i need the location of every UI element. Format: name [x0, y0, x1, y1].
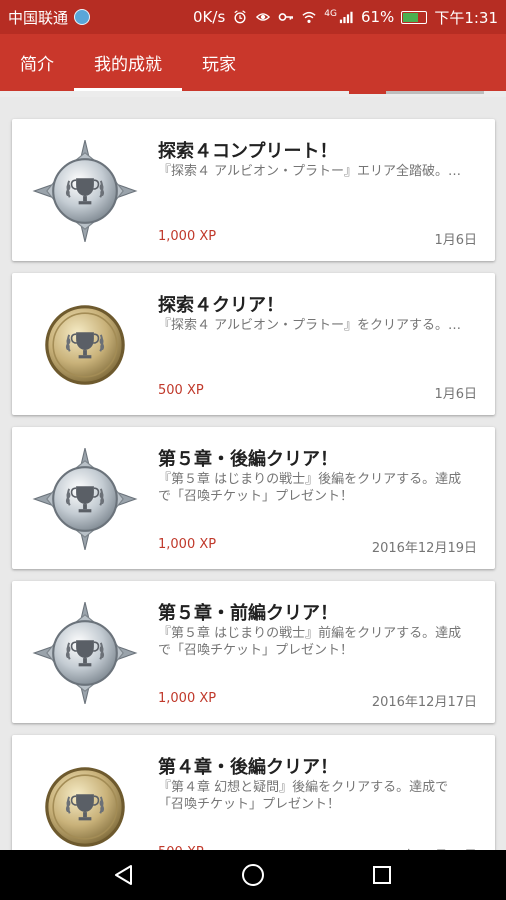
progress-fill	[349, 91, 386, 94]
alarm-icon	[234, 10, 246, 24]
achievement-title: 第４章・後編クリア！	[158, 757, 338, 778]
network-type-label: 4G	[324, 9, 337, 19]
achievement-date: 2016年12月17日	[371, 695, 477, 710]
achievement-date: 1月6日	[434, 387, 477, 402]
tab-bar: 简介 我的成就 玩家	[0, 34, 506, 91]
achievement-card[interactable]: 第５章・後編クリア！ 『第５章 はじまりの戦士』後編をクリアする。達成で「召喚チ…	[12, 427, 495, 569]
achievement-description: 『探索４ アルビオン・プラトー』をクリアする。…	[158, 318, 462, 333]
wifi-icon	[302, 11, 316, 23]
carrier-label: 中国联通	[8, 8, 69, 27]
bronze-trophy-badge-icon	[32, 292, 138, 398]
progress-strip	[0, 91, 506, 97]
clock: 下午1:31	[434, 8, 498, 27]
network-speed: 0K/s	[193, 8, 226, 26]
bronze-trophy-badge-icon	[32, 754, 138, 860]
achievement-card[interactable]: 探索４コンプリート！ 『探索４ アルビオン・プラトー』エリア全踏破。… 1,00…	[12, 119, 495, 261]
navigation-bar	[0, 850, 506, 900]
recents-square-icon	[372, 866, 391, 884]
tab-intro[interactable]: 简介	[0, 34, 74, 91]
achievement-xp: 1,000 XP	[158, 229, 217, 244]
achievement-list[interactable]: 探索４コンプリート！ 『探索４ アルビオン・プラトー』エリア全踏破。… 1,00…	[12, 119, 495, 889]
key-icon	[278, 13, 294, 21]
silver-trophy-badge-icon	[32, 446, 138, 552]
achievement-title: 探索４クリア！	[158, 295, 284, 316]
recents-button[interactable]	[367, 860, 397, 890]
tab-label: 玩家	[202, 55, 236, 75]
back-triangle-icon	[115, 865, 133, 885]
status-bar: 中国联通 0K/s 4G 61% 下午1:31	[0, 0, 506, 34]
achievement-card[interactable]: 探索４クリア！ 『探索４ アルビオン・プラトー』をクリアする。… 500 XP …	[12, 273, 495, 415]
tab-my-achievements[interactable]: 我的成就	[74, 34, 182, 91]
home-circle-icon	[241, 864, 264, 886]
achievement-title: 第５章・後編クリア！	[158, 449, 338, 470]
home-button[interactable]	[238, 860, 268, 890]
tab-label: 简介	[20, 55, 54, 75]
tab-players[interactable]: 玩家	[182, 34, 256, 91]
eye-icon	[256, 13, 271, 21]
globe-icon	[74, 9, 91, 25]
achievement-card[interactable]: 第５章・前編クリア！ 『第５章 はじまりの戦士』前編をクリアする。達成で「召喚チ…	[12, 581, 495, 723]
achievement-description: 『第４章 幻想と疑問』後編をクリアする。達成で「召喚チケット」プレゼント！	[158, 780, 449, 812]
achievement-title: 第５章・前編クリア！	[158, 603, 338, 624]
progress-track	[386, 91, 484, 94]
tab-label: 我的成就	[94, 55, 162, 75]
achievement-description: 『第５章 はじまりの戦士』前編をクリアする。達成で「召喚チケット」プレゼント！	[158, 626, 462, 658]
battery-icon	[401, 10, 428, 24]
signal-icon	[339, 11, 353, 24]
achievement-xp: 1,000 XP	[158, 691, 217, 706]
achievement-description: 『第５章 はじまりの戦士』後編をクリアする。達成で「召喚チケット」プレゼント！	[158, 472, 462, 504]
achievement-date: 1月6日	[434, 233, 477, 248]
back-button[interactable]	[109, 860, 139, 890]
silver-trophy-badge-icon	[32, 600, 138, 706]
achievement-title: 探索４コンプリート！	[158, 141, 338, 162]
app-bar: 简介 我的成就 玩家	[0, 34, 506, 91]
silver-trophy-badge-icon	[32, 138, 138, 244]
achievement-xp: 1,000 XP	[158, 537, 217, 552]
achievement-xp: 500 XP	[158, 383, 204, 398]
battery-percent: 61%	[360, 8, 395, 26]
achievement-date: 2016年12月19日	[371, 541, 477, 556]
achievement-description: 『探索４ アルビオン・プラトー』エリア全踏破。…	[158, 164, 462, 179]
